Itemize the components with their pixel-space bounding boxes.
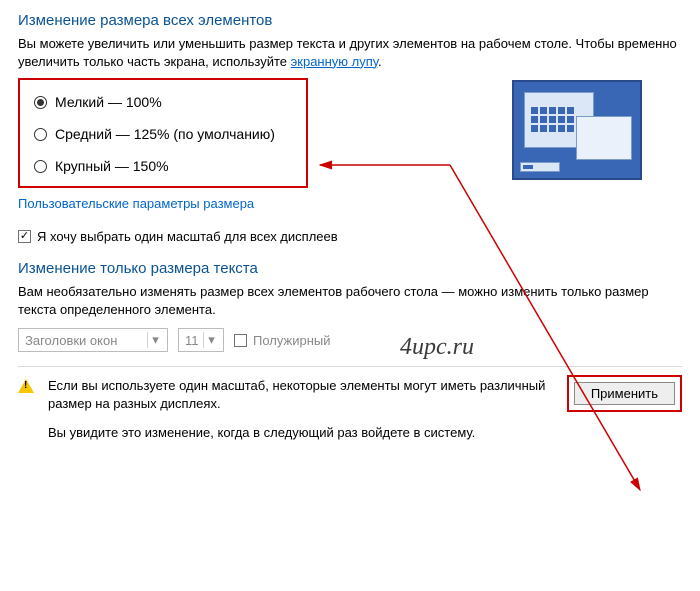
radio-label: Мелкий — 100% — [55, 94, 162, 110]
chevron-down-icon: ▾ — [147, 332, 163, 348]
checkbox-label: Я хочу выбрать один масштаб для всех дис… — [37, 229, 338, 244]
separator — [18, 366, 682, 367]
warning-icon — [18, 379, 34, 393]
radio-icon — [34, 160, 47, 173]
chevron-down-icon: ▾ — [203, 332, 219, 348]
warning-line1: Если вы используете один масштаб, некото… — [48, 377, 553, 413]
radio-icon — [34, 96, 47, 109]
radio-label: Средний — 125% (по умолчанию) — [55, 126, 275, 142]
section2-desc: Вам необязательно изменять размер всех э… — [18, 283, 682, 318]
scale-options-box: Мелкий — 100% Средний — 125% (по умолчан… — [18, 78, 308, 188]
select-value: 11 — [185, 333, 199, 348]
section2-title: Изменение только размера текста — [18, 260, 682, 277]
radio-small[interactable]: Мелкий — 100% — [34, 94, 288, 110]
radio-large[interactable]: Крупный — 150% — [34, 158, 288, 174]
size-select[interactable]: 11 ▾ — [178, 328, 224, 352]
element-select[interactable]: Заголовки окон ▾ — [18, 328, 168, 352]
desc-text-after: . — [378, 54, 382, 69]
section1-title: Изменение размера всех элементов — [18, 12, 682, 29]
custom-size-link[interactable]: Пользовательские параметры размера — [18, 196, 308, 211]
apply-highlight: Применить — [567, 375, 682, 412]
radio-icon — [34, 128, 47, 141]
warning-line2: Вы увидите это изменение, когда в следую… — [48, 424, 553, 442]
select-value: Заголовки окон — [25, 333, 117, 348]
single-scale-checkbox[interactable]: Я хочу выбрать один масштаб для всех дис… — [18, 229, 682, 244]
checkbox-icon — [234, 334, 247, 347]
checkbox-label: Полужирный — [253, 333, 331, 348]
bold-checkbox[interactable]: Полужирный — [234, 333, 331, 348]
checkbox-icon — [18, 230, 31, 243]
radio-label: Крупный — 150% — [55, 158, 169, 174]
apply-button[interactable]: Применить — [574, 382, 675, 405]
section1-desc: Вы можете увеличить или уменьшить размер… — [18, 35, 682, 70]
display-preview-icon — [512, 80, 642, 180]
magnifier-link[interactable]: экранную лупу — [291, 54, 378, 69]
radio-medium[interactable]: Средний — 125% (по умолчанию) — [34, 126, 288, 142]
footer-text: Если вы используете один масштаб, некото… — [48, 377, 553, 442]
